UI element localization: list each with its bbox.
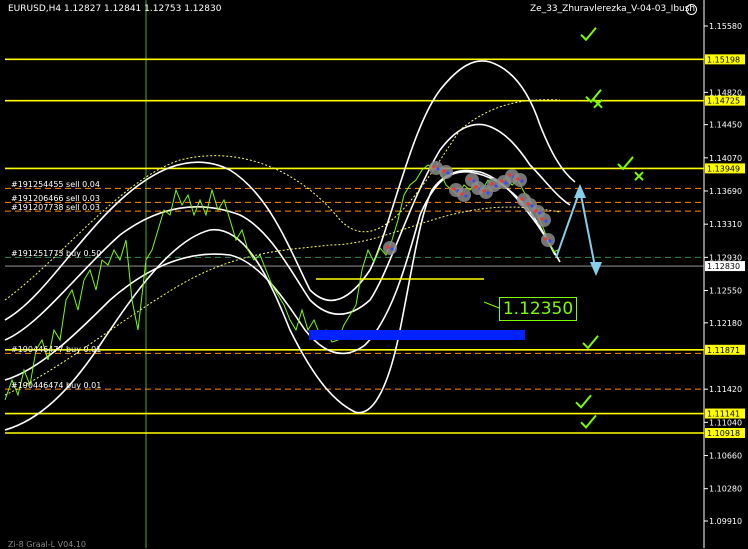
order-label: #191207738 sell 0.03 (11, 203, 100, 212)
cluster-dot (548, 239, 551, 242)
cluster-marker (537, 213, 551, 227)
axis-tick-label: 1.12930 (709, 253, 742, 262)
cluster-dot (504, 181, 507, 184)
cluster-dot (520, 197, 523, 200)
cluster-dot (540, 217, 543, 220)
price-chart[interactable]: 1.155801.148201.144501.140701.136901.133… (0, 0, 748, 548)
target-price-label: 1.12350 (499, 297, 577, 321)
level-price-label: 1.11141 (707, 410, 740, 419)
buy-zone-rectangle (309, 330, 525, 340)
level-price-label: 1.10918 (707, 429, 740, 438)
cluster-dot (490, 182, 493, 185)
chart-title: EURUSD,H4 1.12827 1.12841 1.12753 1.1283… (8, 4, 221, 14)
cluster-dot (482, 189, 485, 192)
level-price-label: 1.13949 (707, 164, 740, 173)
cluster-dot (468, 177, 471, 180)
axis-tick-label: 1.11040 (709, 418, 742, 427)
cluster-dot (544, 219, 547, 222)
cluster-dot (432, 165, 435, 168)
axis-tick-label: 1.11420 (709, 385, 742, 394)
axis-tick-label: 1.15580 (709, 22, 742, 31)
cluster-dot (516, 177, 519, 180)
cluster-dot (460, 192, 463, 195)
level-price-label: 1.11871 (707, 346, 740, 355)
cluster-dot (390, 247, 393, 250)
axis-tick-label: 1.13690 (709, 187, 742, 196)
level-price-label: 1.14725 (707, 97, 740, 106)
axis-tick-label: 1.12180 (709, 319, 742, 328)
order-label: #191254455 sell 0.04 (11, 180, 100, 189)
cluster-dot (494, 184, 497, 187)
current-price-label: 1.12830 (707, 262, 740, 271)
cluster-dot (534, 209, 537, 212)
indicator-name: Ze_33_Zhuravlerezka_V-04-03_Ibush (530, 4, 695, 14)
axis-tick-label: 1.13310 (709, 220, 742, 229)
cluster-marker (439, 165, 453, 179)
cluster-dot (474, 185, 477, 188)
cluster-dot (464, 194, 467, 197)
axis-tick-label: 1.14070 (709, 154, 742, 163)
cluster-dot (544, 237, 547, 240)
order-label: #191206466 sell 0.03 (11, 194, 100, 203)
order-label: #190446477 buy 0.01 (11, 345, 101, 354)
cluster-dot (446, 171, 449, 174)
cluster-marker (383, 241, 397, 255)
cluster-dot (442, 169, 445, 172)
level-price-label: 1.15198 (707, 55, 740, 64)
cluster-dot (486, 191, 489, 194)
cluster-marker (541, 233, 555, 247)
axis-tick-label: 1.12550 (709, 287, 742, 296)
axis-tick-label: 1.14450 (709, 121, 742, 130)
cluster-marker (513, 173, 527, 187)
cluster-marker (457, 188, 471, 202)
order-label: #191251773 buy 0.50 (11, 249, 101, 258)
smiley-icon (686, 4, 697, 15)
cluster-dot (452, 187, 455, 190)
axis-tick-label: 1.10280 (709, 485, 742, 494)
axis-tick-label: 1.09910 (709, 517, 742, 526)
cluster-dot (508, 173, 511, 176)
axis-tick-label: 1.10660 (709, 452, 742, 461)
cluster-dot (526, 202, 529, 205)
cluster-dot (386, 245, 389, 248)
order-label: #190446474 buy 0.01 (11, 381, 101, 390)
cluster-dot (436, 167, 439, 170)
cluster-dot (500, 179, 503, 182)
cluster-dot (520, 179, 523, 182)
